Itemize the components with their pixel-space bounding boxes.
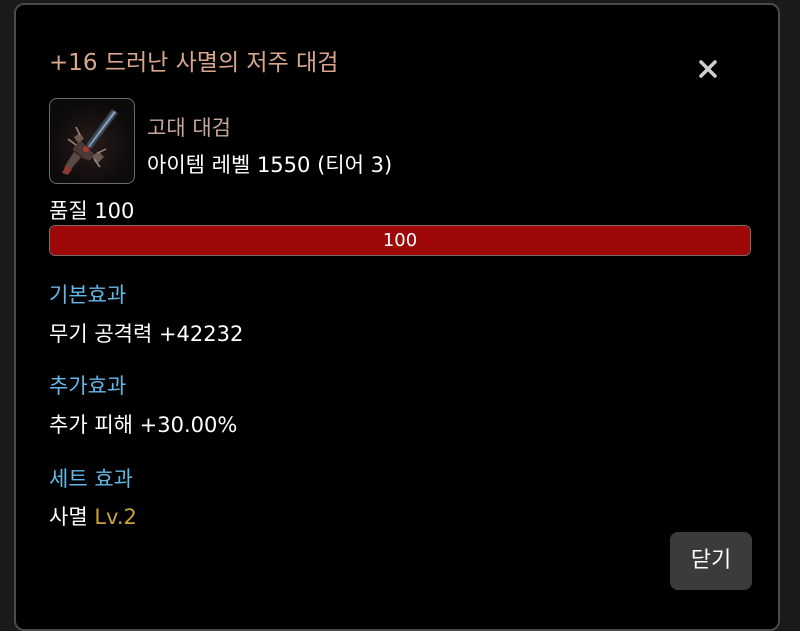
set-level: Lv.2 — [94, 505, 137, 529]
bonus-effect-heading: 추가효과 — [49, 374, 127, 398]
quality-bar: 100 — [49, 225, 751, 256]
set-effect-heading: 세트 효과 — [49, 467, 133, 491]
quality-label: 품질 100 — [49, 199, 135, 223]
item-icon-frame — [49, 98, 135, 184]
set-effect-text: 사멸 Lv.2 — [49, 501, 137, 531]
quality-value: 100 — [382, 230, 418, 251]
greatsword-icon — [62, 108, 119, 175]
item-type: 고대 대검 — [147, 116, 231, 140]
bonus-effect-text: 추가 피해 +30.00% — [49, 413, 238, 437]
item-title: +16 드러난 사멸의 저주 대검 — [49, 50, 339, 76]
item-level: 아이템 레벨 1550 (티어 3) — [147, 153, 393, 177]
set-name: 사멸 — [49, 505, 88, 529]
base-effect-text: 무기 공격력 +42232 — [49, 322, 244, 346]
base-effect-heading: 기본효과 — [49, 283, 127, 307]
close-button[interactable]: 닫기 — [670, 532, 752, 590]
close-icon[interactable] — [695, 56, 721, 82]
item-tooltip-dialog: +16 드러난 사멸의 저주 대검 고대 대검 아이템 레벨 1550 (티어 … — [14, 3, 780, 631]
